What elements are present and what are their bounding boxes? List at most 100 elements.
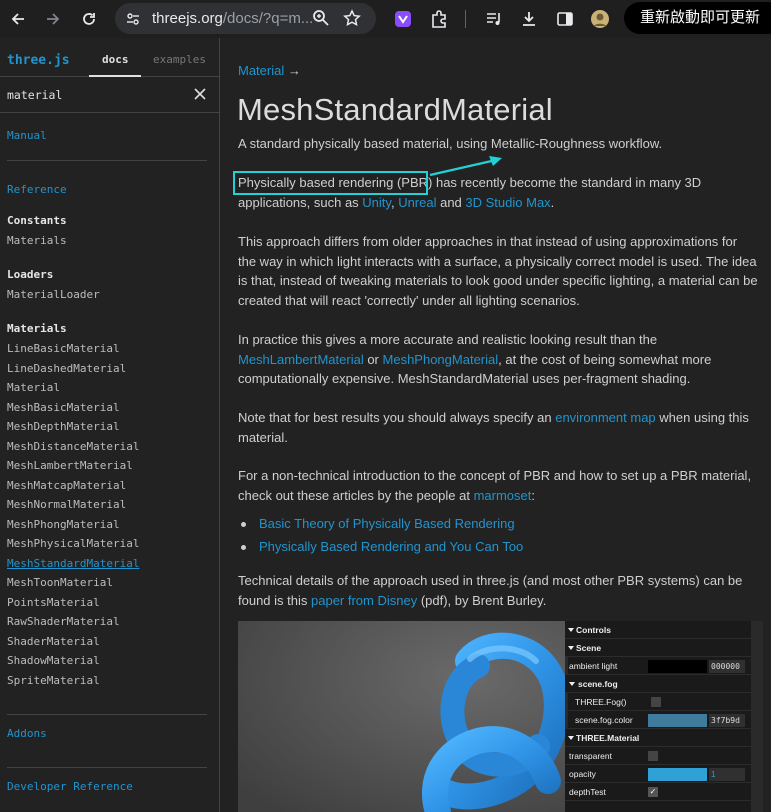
search-input[interactable] (7, 88, 187, 102)
link-environment-map[interactable]: environment map (555, 410, 655, 425)
sidebar-item-material[interactable]: Material (7, 381, 60, 394)
sidebar-item-materials-constant[interactable]: Materials (7, 234, 67, 247)
fog-checkbox[interactable] (651, 697, 661, 707)
extension-icon[interactable] (390, 6, 416, 32)
fog-toggle-row: THREE.Fog() (565, 693, 751, 711)
profile-avatar[interactable] (587, 6, 613, 32)
update-button[interactable]: 重新啟動即可更新 (624, 2, 771, 34)
doc-content: Material → MeshStandardMaterial A standa… (221, 38, 771, 812)
list-item: Basic Theory of Physically Based Renderi… (238, 516, 523, 532)
search-box (0, 78, 219, 113)
sidebar-item-meshmatcapmaterial[interactable]: MeshMatcapMaterial (7, 479, 126, 492)
breadcrumb-arrow: → (287, 63, 301, 78)
intro-paragraph: A standard physically based material, us… (238, 136, 663, 151)
site-settings-icon[interactable] (125, 11, 141, 32)
depthtest-row: depthTest ✓ (565, 783, 751, 801)
sidebar-item-linedashedmaterial[interactable]: LineDashedMaterial (7, 362, 126, 375)
breadcrumb: Material → (238, 63, 301, 78)
fog-folder[interactable]: scene.fog (565, 675, 751, 693)
ambient-light-swatch[interactable] (648, 660, 707, 673)
back-icon[interactable] (5, 6, 31, 32)
sidebar-item-materialloader[interactable]: MaterialLoader (7, 288, 100, 301)
sidebar-item-shadermaterial[interactable]: ShaderMaterial (7, 635, 100, 648)
tab-examples[interactable]: examples (153, 53, 206, 66)
nav-addons[interactable]: Addons (7, 727, 47, 740)
zoom-icon[interactable] (312, 9, 330, 32)
viewer-scrollbar[interactable] (751, 621, 763, 812)
nav-manual[interactable]: Manual (7, 129, 47, 142)
address-bar[interactable]: threejs.org/docs/?q=m... (115, 3, 376, 34)
sidebar-item-meshphongmaterial[interactable]: MeshPhongMaterial (7, 518, 120, 531)
sidebar-item-meshtoonmaterial[interactable]: MeshToonMaterial (7, 576, 113, 589)
link-marmoset[interactable]: marmoset (474, 488, 532, 503)
opacity-input[interactable]: 1 (709, 768, 745, 781)
sidebar-item-shadowmaterial[interactable]: ShadowMaterial (7, 654, 100, 667)
section-title-constants: Constants (7, 214, 67, 227)
fog-color-row: scene.fog.color 3f7b9d (565, 711, 751, 729)
article-list: Basic Theory of Physically Based Renderi… (238, 516, 523, 562)
scene-folder[interactable]: Scene (565, 639, 751, 657)
list-item: Physically Based Rendering and You Can T… (238, 539, 523, 555)
annotation-highlight-box (233, 171, 428, 195)
link-unreal[interactable]: Unreal (398, 195, 436, 210)
opacity-slider[interactable] (648, 768, 707, 781)
material-folder[interactable]: THREE.Material (565, 729, 751, 747)
url-text: threejs.org/docs/?q=m... (152, 10, 314, 27)
sidebar-item-meshdepthmaterial[interactable]: MeshDepthMaterial (7, 420, 120, 433)
section-title-materials: Materials (7, 322, 67, 335)
sidebar-item-meshnormalmaterial[interactable]: MeshNormalMaterial (7, 498, 126, 511)
link-paper-from-disney[interactable]: paper from Disney (311, 593, 417, 608)
sidebar-item-spritematerial[interactable]: SpriteMaterial (7, 674, 100, 687)
brand-logo[interactable]: three.js (7, 53, 70, 68)
approach-paragraph: This approach differs from older approac… (238, 234, 758, 308)
media-controls-icon[interactable] (481, 6, 507, 32)
tab-docs[interactable]: docs (102, 53, 129, 66)
docs-sidebar: three.js docs examples Manual Reference … (0, 38, 220, 812)
sidebar-item-meshlambertmaterial[interactable]: MeshLambertMaterial (7, 459, 133, 472)
link-unity[interactable]: Unity (362, 195, 391, 210)
sidebar-item-meshbasicmaterial[interactable]: MeshBasicMaterial (7, 401, 120, 414)
nav-developer-reference[interactable]: Developer Reference (7, 780, 133, 793)
technical-paragraph: Technical details of the approach used i… (238, 573, 743, 608)
breadcrumb-link-material[interactable]: Material (238, 63, 284, 78)
link-3d-studio-max[interactable]: 3D Studio Max (465, 195, 550, 210)
side-panel-icon[interactable] (552, 6, 578, 32)
opacity-row: opacity 1 (565, 765, 751, 783)
fog-color-swatch[interactable] (648, 714, 707, 727)
section-title-loaders: Loaders (7, 268, 54, 281)
transparent-row: transparent (565, 747, 751, 765)
controls-panel: Controls Scene ambient light 000000 scen… (565, 621, 751, 812)
sidebar-item-pointsmaterial[interactable]: PointsMaterial (7, 596, 100, 609)
torus-knot-render (238, 621, 565, 812)
sidebar-item-linebasicmaterial[interactable]: LineBasicMaterial (7, 342, 120, 355)
example-viewport[interactable]: Controls Scene ambient light 000000 scen… (238, 621, 763, 812)
close-icon[interactable] (193, 87, 207, 106)
page-title: MeshStandardMaterial (237, 92, 553, 127)
browser-toolbar: threejs.org/docs/?q=m... 重新啟動即可更新 (0, 0, 771, 38)
ambient-light-input[interactable]: 000000 (709, 660, 745, 673)
sidebar-header: three.js docs examples (0, 38, 219, 77)
sidebar-item-meshphysicalmaterial[interactable]: MeshPhysicalMaterial (7, 537, 139, 550)
nav-reference[interactable]: Reference (7, 183, 67, 196)
ambient-light-row: ambient light 000000 (565, 657, 751, 675)
extensions-puzzle-icon[interactable] (426, 6, 452, 32)
annotation-arrow-icon (429, 156, 502, 177)
sidebar-item-meshstandardmaterial[interactable]: MeshStandardMaterial (7, 557, 139, 570)
forward-icon[interactable] (40, 6, 66, 32)
reload-icon[interactable] (76, 6, 102, 32)
link-meshlambertmaterial[interactable]: MeshLambertMaterial (238, 352, 364, 367)
fog-color-input[interactable]: 3f7b9d (709, 714, 745, 727)
link-pbr-and-you[interactable]: Physically Based Rendering and You Can T… (259, 539, 523, 554)
transparent-checkbox[interactable] (648, 751, 658, 761)
practice-paragraph: In practice this gives a more accurate a… (238, 332, 712, 386)
download-icon[interactable] (516, 6, 542, 32)
sidebar-item-rawshadermaterial[interactable]: RawShaderMaterial (7, 615, 120, 628)
intro-pbr-paragraph: For a non-technical introduction to the … (238, 468, 752, 503)
active-tab-indicator (89, 75, 141, 77)
link-meshphongmaterial[interactable]: MeshPhongMaterial (383, 352, 499, 367)
link-basic-theory-pbr[interactable]: Basic Theory of Physically Based Renderi… (259, 516, 515, 531)
sidebar-item-meshdistancematerial[interactable]: MeshDistanceMaterial (7, 440, 139, 453)
controls-header[interactable]: Controls (565, 621, 751, 639)
depthtest-checkbox[interactable]: ✓ (648, 787, 658, 797)
bookmark-star-icon[interactable] (343, 9, 361, 32)
